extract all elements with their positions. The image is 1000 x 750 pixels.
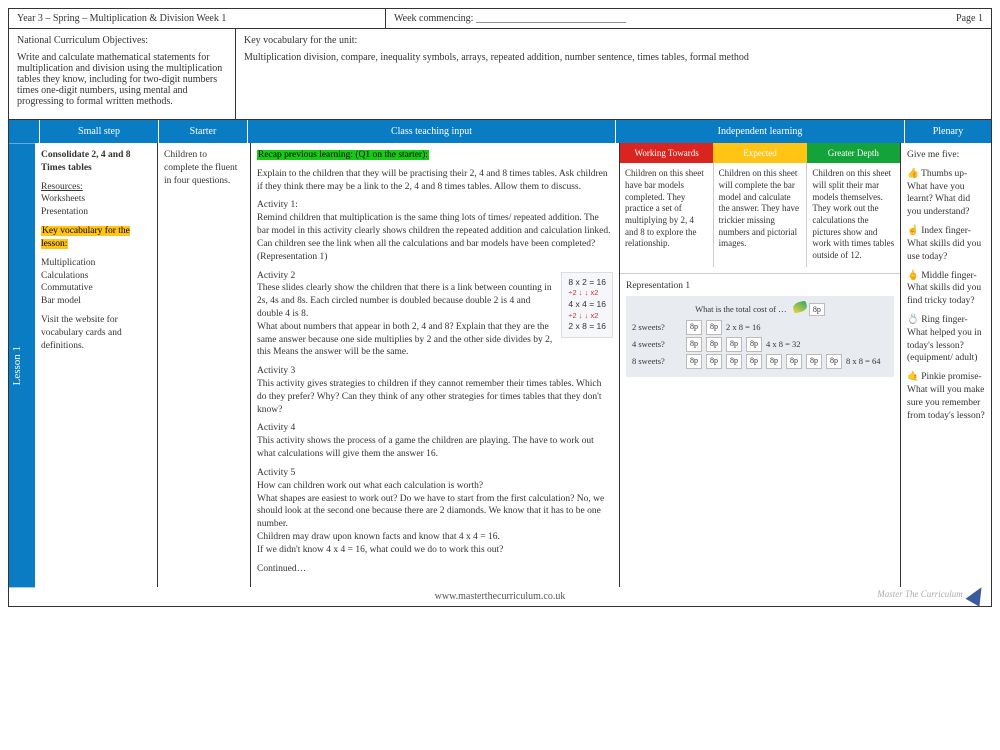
vocab-title: Key vocabulary for the unit: [244, 35, 983, 46]
activity-2-title: Activity 2 [257, 271, 295, 281]
activity-5-title: Activity 5 [257, 468, 295, 478]
plenary-title: Give me five: [907, 149, 985, 162]
plenary-thumbs: 👍 Thumbs up- What have you learnt? What … [907, 168, 985, 219]
sweet-icon [792, 301, 808, 314]
key-vocab-heading: Key vocabulary for the lesson: [41, 226, 130, 249]
activity-3-body: This activity gives strategies to childr… [257, 379, 602, 415]
col-teaching: Class teaching input [248, 120, 616, 143]
plenary-middle: 🖕 Middle finger- What skills did you fin… [907, 270, 985, 308]
plenary-pinkie: 🤙 Pinkie promise- What will you make sur… [907, 371, 985, 422]
small-step-cell: Consolidate 2, 4 and 8 Times tables Reso… [35, 143, 158, 587]
greater-depth-body: Children on this sheet will split their … [807, 163, 900, 267]
col-plenary: Plenary [905, 120, 991, 143]
week-commencing: Week commencing: _______________________… [386, 9, 905, 28]
page-header: Year 3 – Spring – Multiplication & Divis… [9, 9, 991, 29]
calc-inset: 8 x 2 = 16 ÷2 ↓ ↓ x2 4 x 4 = 16 ÷2 ↓ ↓ x… [561, 272, 613, 339]
meta-row: National Curriculum Objectives: Write an… [9, 29, 991, 120]
activity-4-body: This activity shows the process of a gam… [257, 436, 594, 459]
starter-cell: Children to complete the fluent in four … [158, 143, 251, 587]
activity-1-title: Activity 1: [257, 200, 298, 210]
activity-3-title: Activity 3 [257, 366, 295, 376]
working-towards-body: Children on this sheet have bar models c… [620, 163, 714, 267]
plenary-index: ☝ Index finger- What skills did you use … [907, 225, 985, 263]
activity-1-body: Remind children that multiplication is t… [257, 213, 611, 261]
representation-1: Representation 1 What is the total cost … [620, 273, 900, 383]
page-number: Page 1 [905, 9, 991, 28]
rep-question: What is the total cost of … [695, 304, 787, 314]
visit-note: Visit the website for vocabulary cards a… [41, 314, 151, 352]
plenary-cell: Give me five: 👍 Thumbs up- What have you… [901, 143, 991, 587]
lesson-plan-page: Year 3 – Spring – Multiplication & Divis… [8, 8, 992, 607]
doc-title: Year 3 – Spring – Multiplication & Divis… [9, 9, 386, 28]
activity-2-body-1: These slides clearly show the children t… [257, 283, 552, 319]
col-small-step: Small step [40, 120, 159, 143]
recap-heading: Recap previous learning: (Q1 on the star… [257, 150, 429, 160]
vocab-list: Multiplication Calculations Commutative … [41, 257, 151, 308]
col-independent: Independent learning [616, 120, 905, 143]
working-towards-header: Working Towards [620, 143, 713, 163]
lesson-tab: Lesson 1 [9, 143, 35, 587]
resources-body: Worksheets Presentation [41, 194, 88, 217]
vocab-body: Multiplication division, compare, inequa… [244, 52, 983, 63]
continued: Continued… [257, 563, 613, 576]
teach-intro: Explain to the children that they will b… [257, 168, 613, 194]
col-starter: Starter [159, 120, 248, 143]
greater-depth-header: Greater Depth [807, 143, 900, 163]
nco-body: Write and calculate mathematical stateme… [17, 52, 227, 107]
independent-cell: Working Towards Expected Greater Depth C… [620, 143, 901, 587]
teaching-cell: Recap previous learning: (Q1 on the star… [251, 143, 620, 587]
brand-watermark: Master The Curriculum [877, 586, 985, 604]
activity-2-body-2: What about numbers that appear in both 2… [257, 322, 552, 358]
rep-title: Representation 1 [626, 280, 894, 293]
small-step-title: Consolidate 2, 4 and 8 Times tables [41, 150, 130, 173]
columns-header: Small step Starter Class teaching input … [9, 120, 991, 143]
activity-4-title: Activity 4 [257, 423, 295, 433]
plenary-ring: 💍 Ring finger- What helped you in today'… [907, 314, 985, 365]
lesson-row: Lesson 1 Consolidate 2, 4 and 8 Times ta… [9, 143, 991, 587]
resources-label: Resources: [41, 182, 83, 192]
pencil-icon [966, 584, 989, 608]
nco-title: National Curriculum Objectives: [17, 35, 227, 46]
expected-header: Expected [713, 143, 806, 163]
footer-url: www.masterthecurriculum.co.uk [9, 587, 991, 606]
expected-body: Children on this sheet will complete the… [714, 163, 808, 267]
activity-5-body: How can children work out what each calc… [257, 481, 604, 555]
